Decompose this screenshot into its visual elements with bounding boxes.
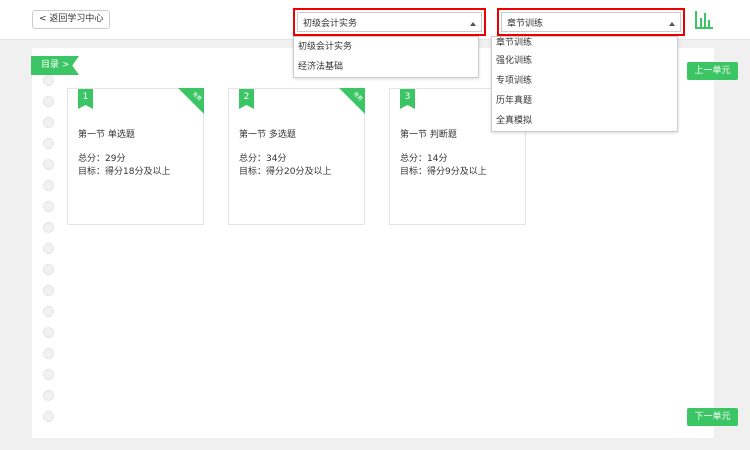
subject-dropdown: 初级会计实务 经济法基础 — [293, 36, 479, 78]
binder-dots — [43, 75, 55, 432]
card-number: 2 — [239, 89, 254, 109]
card-score: 总分：34分 — [239, 154, 287, 164]
dropdown-option[interactable]: 章节训练 — [492, 37, 677, 51]
caret-up-icon — [669, 22, 675, 26]
dropdown-option[interactable]: 历年真题 — [492, 91, 677, 111]
catalog-tab[interactable]: 目录 > — [31, 56, 79, 75]
free-ribbon — [178, 88, 204, 114]
card-number: 3 — [400, 89, 415, 109]
card-title: 第一节 判断题 — [400, 130, 457, 140]
caret-up-icon — [470, 22, 476, 26]
dropdown-option[interactable]: 初级会计实务 — [294, 37, 478, 57]
subject-select-value: 初级会计实务 — [303, 18, 358, 29]
card-title: 第一节 多选题 — [239, 130, 296, 140]
exercise-card[interactable]: 1 免费 第一节 单选题 总分：29分 目标：得分18分及以上 — [67, 88, 204, 225]
dropdown-option[interactable]: 经济法基础 — [294, 57, 478, 77]
mode-select-value: 章节训练 — [507, 18, 544, 29]
card-target: 目标：得分18分及以上 — [78, 167, 171, 177]
top-bar: < 返回学习中心 初级会计实务 章节训练 — [0, 0, 750, 40]
card-target: 目标：得分9分及以上 — [400, 167, 487, 177]
dropdown-option[interactable]: 强化训练 — [492, 51, 677, 71]
back-to-learning-center-button[interactable]: < 返回学习中心 — [32, 10, 111, 29]
mode-select[interactable]: 章节训练 — [497, 8, 685, 36]
card-number: 1 — [78, 89, 93, 109]
subject-select[interactable]: 初级会计实务 — [293, 8, 486, 36]
card-score: 总分：14分 — [400, 154, 448, 164]
exercise-card[interactable]: 2 免费 第一节 多选题 总分：34分 目标：得分20分及以上 — [228, 88, 365, 225]
card-score: 总分：29分 — [78, 154, 126, 164]
mode-dropdown: 章节训练 强化训练 专项训练 历年真题 全真模拟 — [491, 36, 678, 132]
card-target: 目标：得分20分及以上 — [239, 167, 332, 177]
bar-chart-icon[interactable] — [693, 10, 715, 30]
dropdown-option[interactable]: 专项训练 — [492, 71, 677, 91]
back-label: < 返回学习中心 — [39, 14, 104, 24]
dropdown-option[interactable]: 全真模拟 — [492, 111, 677, 131]
next-unit-button[interactable]: 下一单元 — [687, 408, 738, 426]
prev-unit-button[interactable]: 上一单元 — [687, 62, 738, 80]
card-title: 第一节 单选题 — [78, 130, 135, 140]
free-ribbon — [339, 88, 365, 114]
